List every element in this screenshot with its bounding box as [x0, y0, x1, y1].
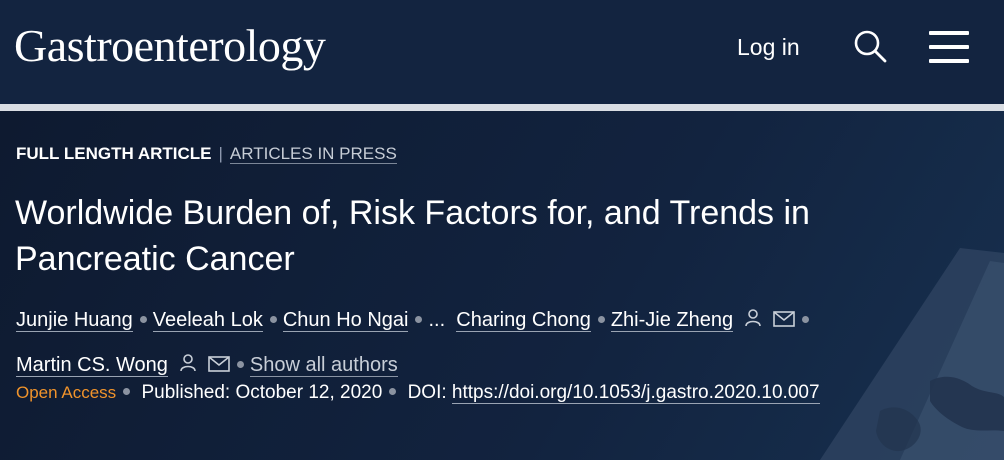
author-link[interactable]: Charing Chong	[456, 309, 591, 332]
author-list: Junjie Huang Veeleah Lok Chun Ho Ngai... C…	[16, 299, 991, 389]
authors-ellipsis: ...	[428, 309, 446, 331]
open-access-badge: Open Access	[16, 383, 117, 402]
show-all-authors-link[interactable]: Show all authors	[249, 354, 398, 377]
email-icon[interactable]	[773, 301, 795, 344]
login-link[interactable]: Log in	[737, 32, 800, 62]
article-meta: Open Access Published: October 12, 2020 …	[16, 380, 820, 406]
separator-dot	[802, 316, 810, 323]
article-title: Worldwide Burden of, Risk Factors for, a…	[15, 194, 810, 278]
author-link[interactable]: Chun Ho Ngai	[282, 309, 409, 332]
author-link[interactable]: Zhi-Jie Zheng	[610, 309, 734, 332]
author-link[interactable]: Junjie Huang	[16, 309, 133, 332]
separator-dot	[415, 316, 423, 323]
articles-in-press-link[interactable]: ARTICLES IN PRESS	[229, 144, 397, 164]
doi-link[interactable]: https://doi.org/10.1053/j.gastro.2020.10…	[451, 382, 820, 404]
author-profile-icon[interactable]	[743, 301, 763, 344]
journal-logo[interactable]: Gastroenterology	[14, 18, 326, 74]
separator-dot	[236, 361, 244, 368]
site-header: Gastroenterology Log in	[0, 0, 1004, 104]
author-link[interactable]: Martin CS. Wong	[16, 354, 168, 377]
separator-dot	[123, 388, 131, 395]
author-link[interactable]: Veeleah Lok	[152, 309, 263, 332]
published-date: October 12, 2020	[235, 382, 383, 403]
separator-dot	[597, 316, 605, 323]
doi-label: DOI:	[407, 382, 447, 403]
published-label: Published:	[141, 382, 231, 403]
separator-dot	[139, 316, 147, 323]
hamburger-menu-icon[interactable]	[929, 31, 969, 63]
search-icon[interactable]	[852, 28, 888, 64]
article-kicker: FULL LENGTH ARTICLE | ARTICLES IN PRESS	[16, 143, 397, 165]
header-divider	[0, 104, 1004, 111]
separator-dot	[389, 388, 397, 395]
separator-dot	[269, 316, 277, 323]
article-type: FULL LENGTH ARTICLE	[16, 144, 212, 163]
kicker-separator: |	[218, 144, 223, 163]
